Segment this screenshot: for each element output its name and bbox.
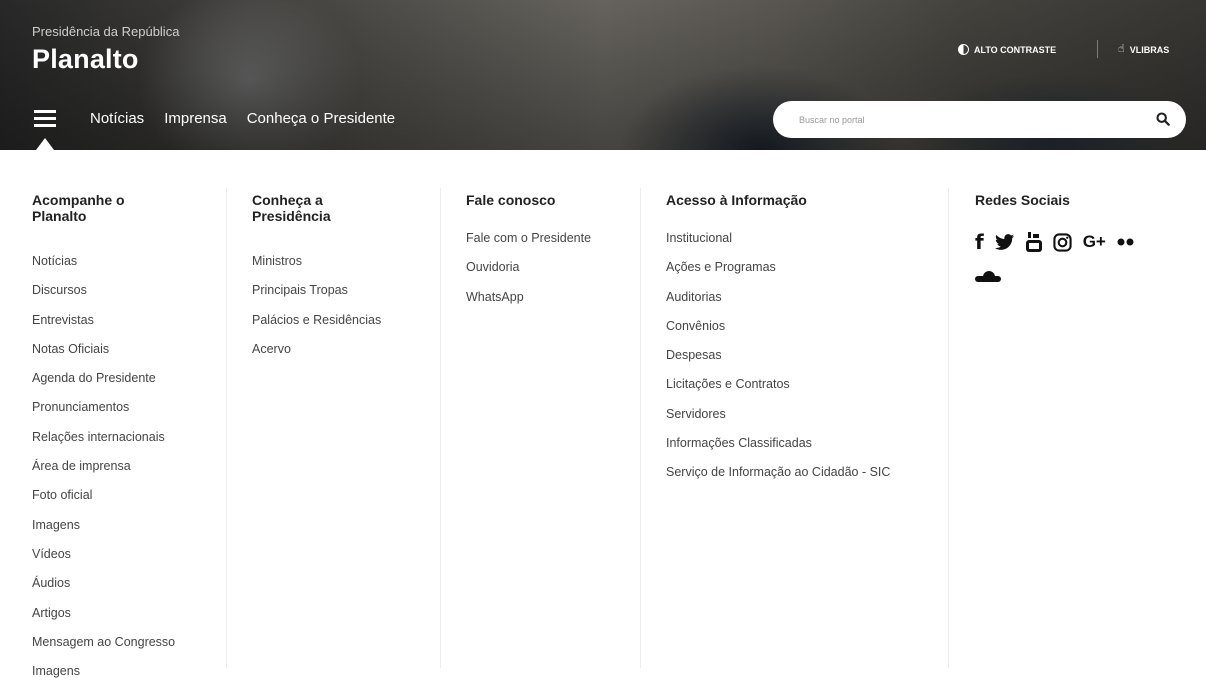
column-divider (640, 188, 641, 668)
search-box (773, 101, 1186, 138)
menu-link-mensagem-congresso[interactable]: Mensagem ao Congresso (32, 628, 175, 657)
menu-link-acervo[interactable]: Acervo (252, 335, 381, 364)
menu-link-relacoes[interactable]: Relações internacionais (32, 423, 175, 452)
search-input[interactable] (799, 110, 1139, 130)
menu-link-imagens-2[interactable]: Imagens (32, 657, 175, 686)
contrast-icon (958, 44, 969, 55)
main-nav: Notícias Imprensa Conheça o Presidente (90, 110, 395, 127)
menu-link-artigos[interactable]: Artigos (32, 599, 175, 628)
menu-link-institucional[interactable]: Institucional (666, 224, 911, 253)
brand-title[interactable]: Planalto (32, 44, 139, 75)
menu-link-ouvidoria[interactable]: Ouvidoria (466, 253, 591, 282)
hamburger-icon (34, 110, 56, 113)
menu-link-despesas[interactable]: Despesas (666, 341, 911, 370)
youtube-icon[interactable] (1025, 232, 1042, 252)
menu-column-conheca: Conheça a Presidência Ministros Principa… (252, 192, 381, 364)
menu-link-palacios[interactable]: Palácios e Residências (252, 306, 381, 335)
menu-link-pronunciamentos[interactable]: Pronunciamentos (32, 393, 175, 422)
menu-link-acoes-programas[interactable]: Ações e Programas (666, 253, 911, 282)
menu-link-sic[interactable]: Serviço de Informação ao Cidadão - SIC (666, 458, 911, 480)
site-header: Presidência da República Planalto ALTO C… (0, 0, 1206, 150)
menu-link-licitacoes[interactable]: Licitações e Contratos (666, 370, 911, 399)
column-divider (440, 188, 441, 668)
column-title: Conheça a Presidência (252, 192, 331, 224)
column-title: Redes Sociais (975, 192, 1070, 208)
nav-item-imprensa[interactable]: Imprensa (164, 110, 227, 127)
social-icons: f G+ (975, 230, 1135, 254)
high-contrast-button[interactable]: ALTO CONTRASTE (958, 44, 1056, 55)
high-contrast-label: ALTO CONTRASTE (974, 44, 1057, 55)
menu-link-convenios[interactable]: Convênios (666, 312, 911, 341)
menu-link-ministros[interactable]: Ministros (252, 247, 381, 276)
menu-column-redes-sociais: Redes Sociais f G+ (975, 192, 1135, 282)
search-icon[interactable] (1156, 112, 1170, 126)
menu-link-principais-tropas[interactable]: Principais Tropas (252, 276, 381, 305)
column-divider (948, 188, 949, 668)
nav-item-conheca-presidente[interactable]: Conheça o Presidente (247, 110, 395, 127)
menu-link-servidores[interactable]: Servidores (666, 400, 911, 429)
menu-link-videos[interactable]: Vídeos (32, 540, 175, 569)
twitter-icon[interactable] (994, 233, 1015, 251)
menu-column-acompanhe: Acompanhe o Planalto Notícias Discursos … (32, 192, 175, 686)
column-title: Acompanhe o Planalto (32, 192, 125, 224)
menu-link-audios[interactable]: Áudios (32, 569, 175, 598)
sign-language-icon: ☝ (1118, 43, 1125, 55)
menu-link-fale-presidente[interactable]: Fale com o Presidente (466, 224, 591, 253)
utility-divider (1097, 40, 1098, 58)
vlibras-label: VLIBRAS (1129, 44, 1170, 55)
menu-link-foto-oficial[interactable]: Foto oficial (32, 481, 175, 510)
menu-link-whatsapp[interactable]: WhatsApp (466, 283, 591, 312)
vlibras-button[interactable]: ☝ VLIBRAS (1118, 44, 1169, 55)
menu-column-fale-conosco: Fale conosco Fale com o Presidente Ouvid… (466, 192, 591, 312)
column-divider (226, 188, 227, 668)
menu-link-area-imprensa[interactable]: Área de imprensa (32, 452, 175, 481)
instagram-icon[interactable] (1053, 232, 1072, 252)
flickr-icon[interactable] (1117, 238, 1135, 246)
menu-link-entrevistas[interactable]: Entrevistas (32, 306, 175, 335)
menu-link-discursos[interactable]: Discursos (32, 276, 175, 305)
column-title: Acesso à Informação (666, 192, 807, 208)
menu-link-auditorias[interactable]: Auditorias (666, 283, 911, 312)
google-plus-icon[interactable]: G+ (1083, 232, 1106, 252)
column-title: Fale conosco (466, 192, 556, 208)
menu-caret (36, 138, 54, 150)
menu-link-imagens[interactable]: Imagens (32, 511, 175, 540)
soundcloud-icon[interactable] (975, 271, 1001, 282)
menu-link-notas-oficiais[interactable]: Notas Oficiais (32, 335, 175, 364)
nav-item-noticias[interactable]: Notícias (90, 110, 144, 127)
mega-menu: Acompanhe o Planalto Notícias Discursos … (0, 150, 1206, 688)
social-icons-row2 (975, 271, 1135, 282)
brand-subtitle: Presidência da República (32, 24, 180, 39)
menu-link-informacoes-classificadas[interactable]: Informações Classificadas (666, 429, 911, 458)
menu-link-agenda[interactable]: Agenda do Presidente (32, 364, 175, 393)
menu-column-acesso-informacao: Acesso à Informação Institucional Ações … (666, 192, 911, 480)
menu-link-noticias[interactable]: Notícias (32, 247, 175, 276)
facebook-icon[interactable]: f (975, 230, 984, 254)
hamburger-menu-button[interactable] (34, 108, 56, 128)
